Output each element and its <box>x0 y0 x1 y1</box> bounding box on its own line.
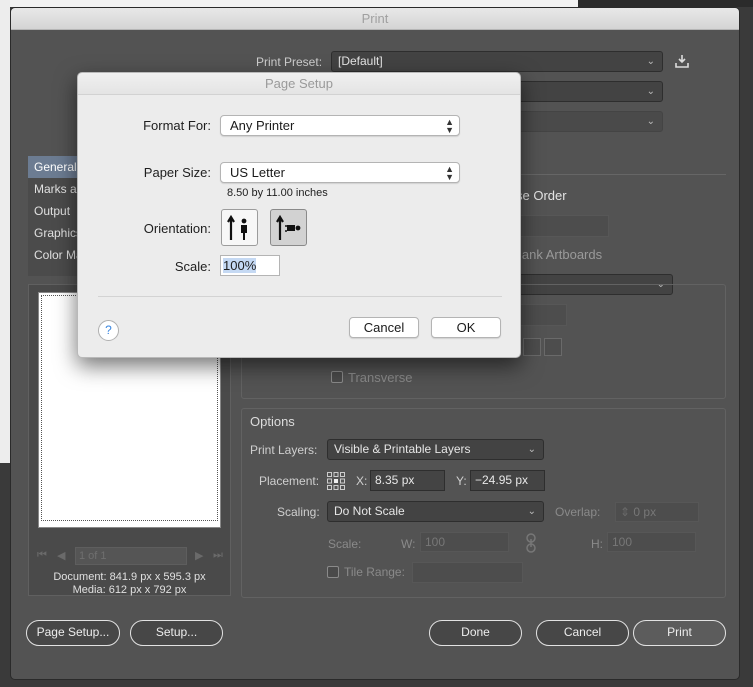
scaling-dropdown[interactable]: Do Not Scale ⌄ <box>327 501 544 522</box>
page-setup-ok-button[interactable]: OK <box>431 317 501 338</box>
overlap-value: 0 px <box>633 505 657 519</box>
chevron-down-icon: ⌄ <box>527 444 536 455</box>
format-for-popup[interactable]: Any Printer ▲ ▼ <box>220 115 460 136</box>
page-range-field <box>517 215 609 237</box>
cancel-button[interactable]: Cancel <box>536 620 629 646</box>
print-preset-dropdown[interactable]: [Default] ⌄ <box>331 51 663 72</box>
media-size: Media: 612 px x 792 px <box>72 584 187 596</box>
h-label: H: <box>591 537 603 551</box>
overlap-stepper-icon: ⇕ <box>620 505 631 519</box>
previous-page-icon[interactable]: ◀ <box>57 549 65 562</box>
paper-size-label: Paper Size: <box>143 165 211 180</box>
page-setup-cancel-button[interactable]: Cancel <box>349 317 419 338</box>
paper-dimensions: 8.50 by 11.00 inches <box>227 187 328 199</box>
scaling-value: Do Not Scale <box>334 504 405 518</box>
done-button[interactable]: Done <box>429 620 522 646</box>
background-window-edge <box>0 0 578 7</box>
orientation-label: Orientation: <box>143 221 211 236</box>
placement-grid-icon[interactable] <box>326 471 346 494</box>
tile-range-checkbox[interactable] <box>327 566 339 578</box>
options-title: Options <box>250 414 295 429</box>
tile-range-field <box>412 562 523 583</box>
help-icon: ? <box>105 323 112 337</box>
tile-range-label: Tile Range: <box>344 565 405 579</box>
chevron-down-icon: ⌄ <box>646 86 655 97</box>
placement-label: Placement: <box>259 474 320 488</box>
background-window-dark <box>578 0 753 7</box>
scale-label: Scale: <box>174 259 211 274</box>
format-for-value: Any Printer <box>230 118 295 133</box>
orientation-landscape-toggle[interactable] <box>544 338 562 356</box>
scale-label: Scale: <box>328 537 362 551</box>
scale-field[interactable]: 100% <box>220 255 280 276</box>
document-size: Document: 841.9 px x 595.3 px <box>53 571 206 583</box>
chevron-down-icon: ⌄ <box>527 506 536 517</box>
print-preset-label: Print Preset: <box>256 55 323 69</box>
blank-artboards-label: lank Artboards <box>519 247 603 262</box>
page-setup-button[interactable]: Page Setup... <box>26 620 120 646</box>
page-order-label: se Order <box>516 188 567 203</box>
transverse-label: Transverse <box>348 370 413 385</box>
updown-arrows-icon: ▲ ▼ <box>445 117 454 135</box>
x-label: X: <box>356 474 368 488</box>
last-page-icon[interactable]: ⏭ <box>213 549 223 562</box>
w-label: W: <box>401 537 416 551</box>
first-page-icon[interactable]: ⏮ <box>37 549 47 562</box>
chevron-down-icon: ⌄ <box>646 116 655 127</box>
landscape-orientation-button[interactable] <box>270 209 307 246</box>
chevron-down-icon: ⌄ <box>646 56 655 67</box>
scale-h-field: 100 <box>607 532 696 552</box>
scale-w-field: 100 <box>420 532 509 552</box>
link-icon <box>524 532 538 557</box>
transverse-checkbox[interactable] <box>331 371 343 383</box>
print-preset-value: [Default] <box>338 54 383 68</box>
preview-pager: ⏮ ◀ 1 of 1 ▶ ⏭ <box>37 547 223 565</box>
page-number-field[interactable]: 1 of 1 <box>75 547 187 565</box>
scale-value: 100% <box>223 258 257 273</box>
background-document-edge <box>0 0 10 463</box>
help-button[interactable]: ? <box>98 320 119 341</box>
page-setup-dialog: Page Setup Format For: Any Printer ▲ ▼ Pa… <box>77 72 521 358</box>
placement-y-field[interactable]: −24.95 px <box>470 470 545 491</box>
print-layers-label: Print Layers: <box>250 443 318 457</box>
orientation-portrait-toggle[interactable] <box>523 338 541 356</box>
overlap-label: Overlap: <box>555 505 601 519</box>
print-layers-dropdown[interactable]: Visible & Printable Layers ⌄ <box>327 439 544 460</box>
portrait-orientation-button[interactable] <box>221 209 258 246</box>
placement-x-field[interactable]: 8.35 px <box>370 470 445 491</box>
paper-size-popup[interactable]: US Letter ▲ ▼ <box>220 162 460 183</box>
document-info: Document: 841.9 px x 595.3 px Media: 612… <box>29 571 230 597</box>
portrait-orientation-icon <box>227 214 247 240</box>
y-label: Y: <box>456 474 467 488</box>
scaling-label: Scaling: <box>277 505 320 519</box>
page-setup-title: Page Setup <box>78 73 520 95</box>
paper-size-value: US Letter <box>230 165 285 180</box>
print-layers-value: Visible & Printable Layers <box>334 442 471 456</box>
landscape-orientation-icon <box>276 214 301 240</box>
divider <box>98 296 502 297</box>
updown-arrows-icon: ▲ ▼ <box>445 164 454 182</box>
download-preset-icon[interactable] <box>674 53 690 72</box>
next-page-icon[interactable]: ▶ <box>195 549 203 562</box>
setup-button[interactable]: Setup... <box>130 620 223 646</box>
format-for-label: Format For: <box>143 118 211 133</box>
print-button[interactable]: Print <box>633 620 726 646</box>
print-dialog-title: Print <box>11 8 739 30</box>
overlap-field: ⇕ 0 px <box>615 502 699 522</box>
